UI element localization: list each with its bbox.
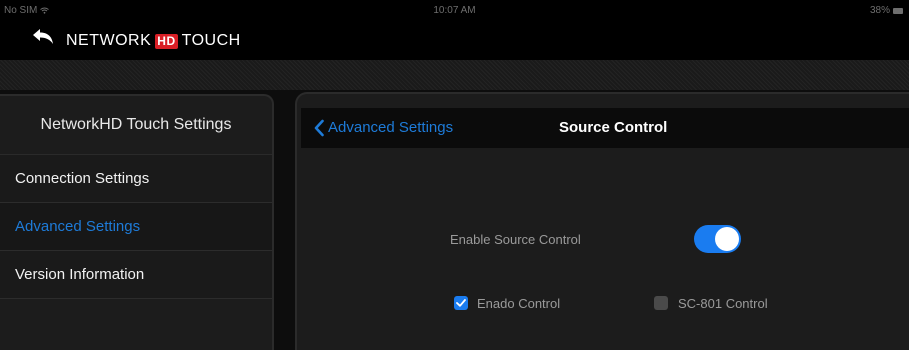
detail-title: Source Control	[559, 119, 668, 136]
logo-text-touch: TOUCH	[181, 32, 241, 49]
battery-icon	[893, 7, 903, 14]
status-bar: No SIM 10:07 AM 38%	[0, 0, 909, 20]
nav-back-button[interactable]: Advanced Settings	[313, 108, 453, 148]
chevron-left-icon	[314, 119, 324, 137]
toggle-knob	[715, 227, 739, 251]
sidebar-item-advanced-settings[interactable]: Advanced Settings	[0, 203, 272, 251]
checkmark-icon	[456, 299, 466, 307]
texture-band	[0, 60, 909, 90]
app-header: NETWORK HD TOUCH	[0, 20, 909, 60]
enado-control-label: Enado Control	[477, 296, 561, 311]
sc-801-control-label: SC-801 Control	[678, 296, 768, 311]
logo-text-hd: HD	[155, 33, 178, 49]
sidebar-item-version-information[interactable]: Version Information	[0, 251, 272, 299]
settings-sidebar: NetworkHD Touch Settings Connection Sett…	[0, 94, 274, 350]
sc-801-control-checkbox[interactable]	[654, 296, 668, 310]
enable-source-control-label: Enable Source Control	[450, 232, 581, 247]
sidebar-item-connection-settings[interactable]: Connection Settings	[0, 155, 272, 203]
app-screen: No SIM 10:07 AM 38% NETWORK HD TOUCH Net…	[0, 0, 909, 350]
enado-control-checkbox[interactable]	[454, 296, 468, 310]
networkhd-touch-logo: NETWORK HD TOUCH	[66, 32, 241, 50]
battery-percent: 38%	[869, 5, 890, 16]
back-arrow-button[interactable]	[30, 26, 56, 48]
nav-back-label: Advanced Settings	[328, 119, 454, 136]
detail-panel: Advanced Settings Source Control Enable …	[295, 92, 909, 350]
enable-source-control-toggle[interactable]	[694, 225, 741, 253]
back-arrow-icon	[33, 29, 53, 44]
logo-text-network: NETWORK	[66, 32, 152, 49]
detail-nav-bar: Advanced Settings Source Control	[301, 108, 909, 148]
sidebar-title: NetworkHD Touch Settings	[0, 96, 272, 155]
status-time: 10:07 AM	[433, 5, 476, 16]
battery-status: 38%	[870, 5, 903, 16]
